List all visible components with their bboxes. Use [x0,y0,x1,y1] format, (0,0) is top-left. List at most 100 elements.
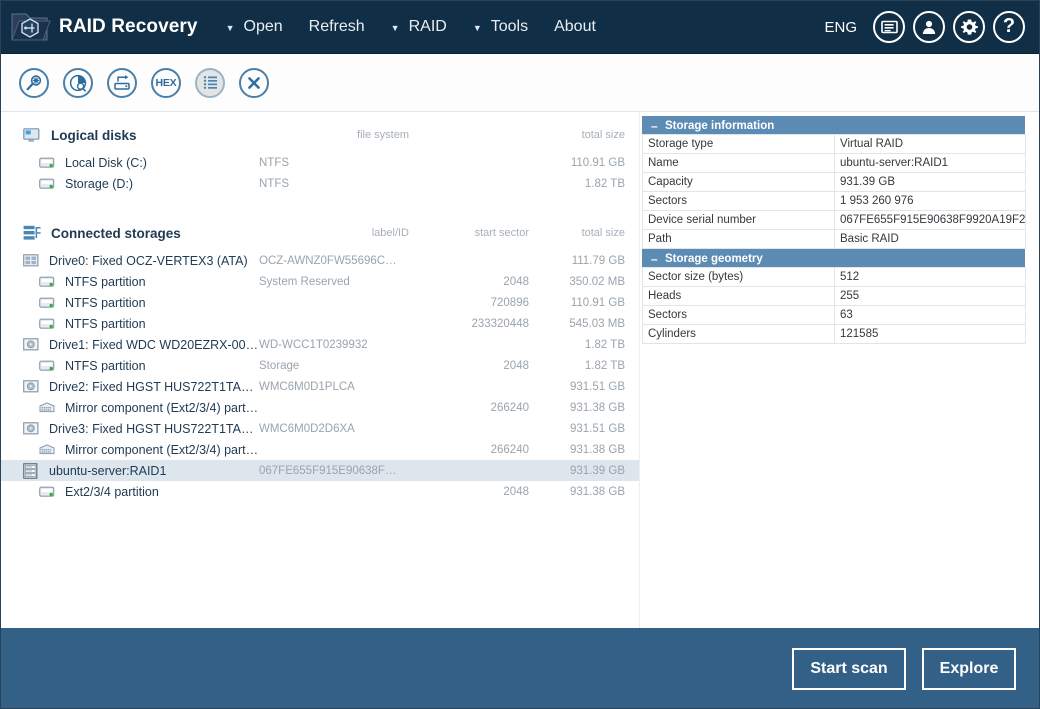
partition-icon [39,486,60,498]
row-total-size: 545.03 MB [529,318,639,330]
table-row[interactable]: Mirror component (Ext2/3/4) partition266… [1,439,639,460]
column-header-total-size: total size [529,129,639,141]
storage-geometry-panel: – Storage geometry Sector size (bytes)51… [642,249,1025,344]
menu-item-refresh[interactable]: Refresh [307,18,367,36]
platter-drive-icon [23,380,44,393]
storage-geometry-table: Sector size (bytes)512Heads255Sectors63C… [642,267,1026,344]
collapse-icon[interactable]: – [651,253,665,265]
row-start-sector: 2048 [409,276,529,288]
table-row[interactable]: NTFS partition233320448545.03 MB [1,313,639,334]
table-row[interactable]: Drive3: Fixed HGST HUS722T1TALA6…WMC6M0D… [1,418,639,439]
detail-value: 931.39 GB [835,173,1026,192]
row-label: ubuntu-server:RAID1 [44,464,259,478]
list-view-icon[interactable] [195,68,225,98]
mirror-component-icon [39,402,60,413]
row-label: NTFS partition [60,359,259,373]
table-row[interactable]: NTFS partition720896110.91 GB [1,292,639,313]
storage-geometry-header[interactable]: – Storage geometry [642,249,1025,267]
logical-disks-list: Local Disk (C:)NTFS110.91 GBStorage (D:)… [1,152,639,194]
column-header-start-sector: start sector [409,227,529,239]
menu-item-about[interactable]: About [552,18,598,36]
close-icon[interactable] [239,68,269,98]
language-selector[interactable]: ENG [824,19,857,36]
monitor-icon-glyph [23,128,40,143]
start-scan-button[interactable]: Start scan [792,648,906,690]
detail-row: Storage typeVirtual RAID [643,135,1026,154]
detail-value: 121585 [835,325,1026,344]
section-connected-storages: Connected storages label/ID start sector… [1,220,639,246]
partition-icon [39,178,60,190]
mirror-component-icon [39,444,60,455]
table-row[interactable]: NTFS partitionStorage20481.82 TB [1,355,639,376]
disk-image-icon[interactable] [107,68,137,98]
section-connected-storages-title: Connected storages [45,226,259,241]
row-label-id: WMC6M0D2D6XA [259,423,409,435]
detail-row: Heads255 [643,287,1026,306]
row-label-id: NTFS [259,157,409,169]
detail-value: 255 [835,287,1026,306]
row-label-id: 067FE655F915E90638F… [259,465,409,477]
table-row[interactable]: Drive2: Fixed HGST HUS722T1TALA6…WMC6M0D… [1,376,639,397]
row-total-size: 931.38 GB [529,444,639,456]
news-icon-glyph [881,20,898,34]
detail-value: Basic RAID [835,230,1026,249]
section-logical-disks: Logical disks file system total size [1,122,639,148]
table-row[interactable]: Drive1: Fixed WDC WD20EZRX-00DC0…WD-WCC1… [1,334,639,355]
help-question-icon[interactable]: ? [993,11,1025,43]
table-row[interactable]: NTFS partitionSystem Reserved2048350.02 … [1,271,639,292]
menu-item-open-label: Open [244,18,283,36]
gear-settings-icon[interactable] [953,11,985,43]
table-row[interactable]: Ext2/3/4 partition2048931.38 GB [1,481,639,502]
disk-analysis-icon[interactable] [63,68,93,98]
detail-key: Capacity [643,173,835,192]
row-label: Drive0: Fixed OCZ-VERTEX3 (ATA) [44,254,259,268]
row-total-size: 1.82 TB [529,339,639,351]
gear-settings-icon-glyph [961,19,978,36]
main-menu: ▼ Open Refresh ▼ RAID ▼ Tools About [224,18,825,36]
row-total-size: 931.39 GB [529,465,639,477]
table-row[interactable]: Storage (D:)NTFS1.82 TB [1,173,639,194]
find-icon[interactable] [19,68,49,98]
row-label-id: WD-WCC1T0239932 [259,339,409,351]
platter-drive-icon-glyph [23,380,39,393]
row-total-size: 1.82 TB [529,360,639,372]
menu-item-tools[interactable]: ▼ Tools [471,18,530,36]
detail-row: Sectors1 953 260 976 [643,192,1026,211]
row-label-id: WMC6M0D1PLCA [259,381,409,393]
row-total-size: 931.38 GB [529,486,639,498]
table-row[interactable]: Mirror component (Ext2/3/4) partition266… [1,397,639,418]
row-start-sector: 266240 [409,444,529,456]
news-icon[interactable] [873,11,905,43]
table-row[interactable]: Local Disk (C:)NTFS110.91 GB [1,152,639,173]
raid-recovery-window: RAID Recovery ▼ Open Refresh ▼ RAID ▼ To… [0,0,1040,709]
user-account-icon[interactable] [913,11,945,43]
hex-viewer-icon[interactable]: HEX [151,68,181,98]
detail-row: Sector size (bytes)512 [643,268,1026,287]
detail-value: 63 [835,306,1026,325]
menu-item-open[interactable]: ▼ Open [224,18,285,36]
storage-information-header[interactable]: – Storage information [642,116,1025,134]
detail-row: Sectors63 [643,306,1026,325]
menu-item-raid[interactable]: ▼ RAID [389,18,449,36]
platter-drive-icon [23,422,44,435]
raid-folder-logo-icon [9,8,51,46]
app-title: RAID Recovery [59,16,198,38]
row-total-size: 931.38 GB [529,402,639,414]
connected-storages-list: Drive0: Fixed OCZ-VERTEX3 (ATA)OCZ-AWNZ0… [1,250,639,502]
explore-button[interactable]: Explore [922,648,1016,690]
monitor-icon [23,128,45,143]
row-label: Local Disk (C:) [60,156,259,170]
storages-stack-icon-glyph [23,225,41,241]
table-row[interactable]: ubuntu-server:RAID1067FE655F915E90638F… 9… [1,460,639,481]
row-start-sector: 2048 [409,360,529,372]
partition-icon-glyph [39,360,55,372]
action-bar: Start scan Explore [1,628,1040,709]
row-label: NTFS partition [60,275,259,289]
row-label-id: NTFS [259,178,409,190]
detail-row: Nameubuntu-server:RAID1 [643,154,1026,173]
details-pane: – Storage information Storage typeVirtua… [641,112,1040,628]
row-total-size: 931.51 GB [529,381,639,393]
app-header: RAID Recovery ▼ Open Refresh ▼ RAID ▼ To… [1,1,1040,54]
table-row[interactable]: Drive0: Fixed OCZ-VERTEX3 (ATA)OCZ-AWNZ0… [1,250,639,271]
collapse-icon[interactable]: – [651,120,665,132]
